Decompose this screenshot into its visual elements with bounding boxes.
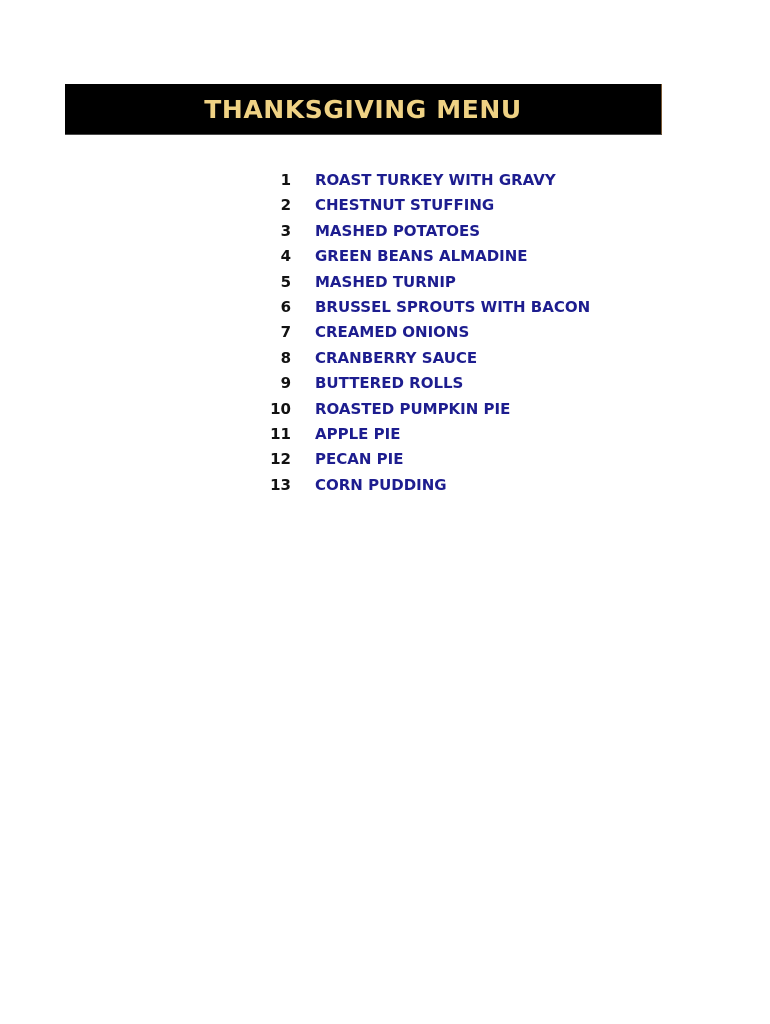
menu-item-row: 9 BUTTERED ROLLS — [0, 371, 770, 396]
menu-item-number: 10 — [270, 399, 291, 418]
menu-item-label: CORN PUDDING — [315, 475, 447, 494]
menu-item-row: 2 CHESTNUT STUFFING — [0, 193, 770, 218]
menu-title-banner: THANKSGIVING MENU — [65, 84, 662, 135]
menu-item-number: 4 — [280, 247, 291, 266]
menu-item-number: 11 — [270, 424, 291, 443]
menu-item-row: 5 MASHED TURNIP — [0, 270, 770, 295]
menu-item-label: PECAN PIE — [315, 450, 404, 469]
menu-item-number: 6 — [280, 297, 291, 316]
menu-item-label: GREEN BEANS ALMADINE — [315, 247, 528, 266]
menu-item-row: 7 CREAMED ONIONS — [0, 320, 770, 345]
menu-item-label: MASHED POTATOES — [315, 221, 481, 240]
menu-item-number: 1 — [280, 171, 291, 189]
menu-item-number: 9 — [280, 374, 291, 393]
menu-item-row: 1 ROAST TURKEY WITH GRAVY — [0, 168, 770, 193]
menu-item-number: 7 — [280, 323, 291, 342]
menu-item-number: 13 — [270, 475, 291, 494]
menu-item-row: 11 APPLE PIE — [0, 422, 770, 447]
menu-item-row: 12 PECAN PIE — [0, 447, 770, 472]
document-page: THANKSGIVING MENU 1 ROAST TURKEY WITH GRA… — [0, 0, 770, 1024]
menu-item-row: 13 CORN PUDDING — [0, 473, 770, 498]
menu-item-row: 10 ROASTED PUMPKIN PIE — [0, 397, 770, 422]
menu-item-number: 5 — [280, 272, 291, 291]
menu-item-label: APPLE PIE — [315, 424, 401, 443]
page-title: THANKSGIVING MENU — [204, 94, 522, 124]
menu-item-label: MASHED TURNIP — [315, 272, 456, 291]
menu-item-label: ROASTED PUMPKIN PIE — [315, 399, 511, 418]
menu-item-label: CRANBERRY SAUCE — [315, 348, 478, 367]
menu-item-label: CHESTNUT STUFFING — [315, 196, 495, 215]
menu-item-row: 3 MASHED POTATOES — [0, 219, 770, 244]
menu-item-row: 6 BRUSSEL SPROUTS WITH BACON — [0, 295, 770, 320]
menu-item-number: 3 — [280, 221, 291, 240]
menu-item-number: 8 — [280, 348, 291, 367]
menu-item-label: ROAST TURKEY WITH GRAVY — [315, 171, 556, 189]
menu-item-row: 4 GREEN BEANS ALMADINE — [0, 244, 770, 269]
menu-item-label: BRUSSEL SPROUTS WITH BACON — [315, 297, 591, 316]
menu-item-row: 8 CRANBERRY SAUCE — [0, 346, 770, 371]
menu-item-label: BUTTERED ROLLS — [315, 374, 464, 393]
menu-item-label: CREAMED ONIONS — [315, 323, 470, 342]
menu-item-number: 2 — [280, 196, 291, 215]
menu-item-number: 12 — [270, 450, 291, 469]
menu-item-list: 1 ROAST TURKEY WITH GRAVY 2 CHESTNUT STUFFI… — [0, 168, 770, 498]
